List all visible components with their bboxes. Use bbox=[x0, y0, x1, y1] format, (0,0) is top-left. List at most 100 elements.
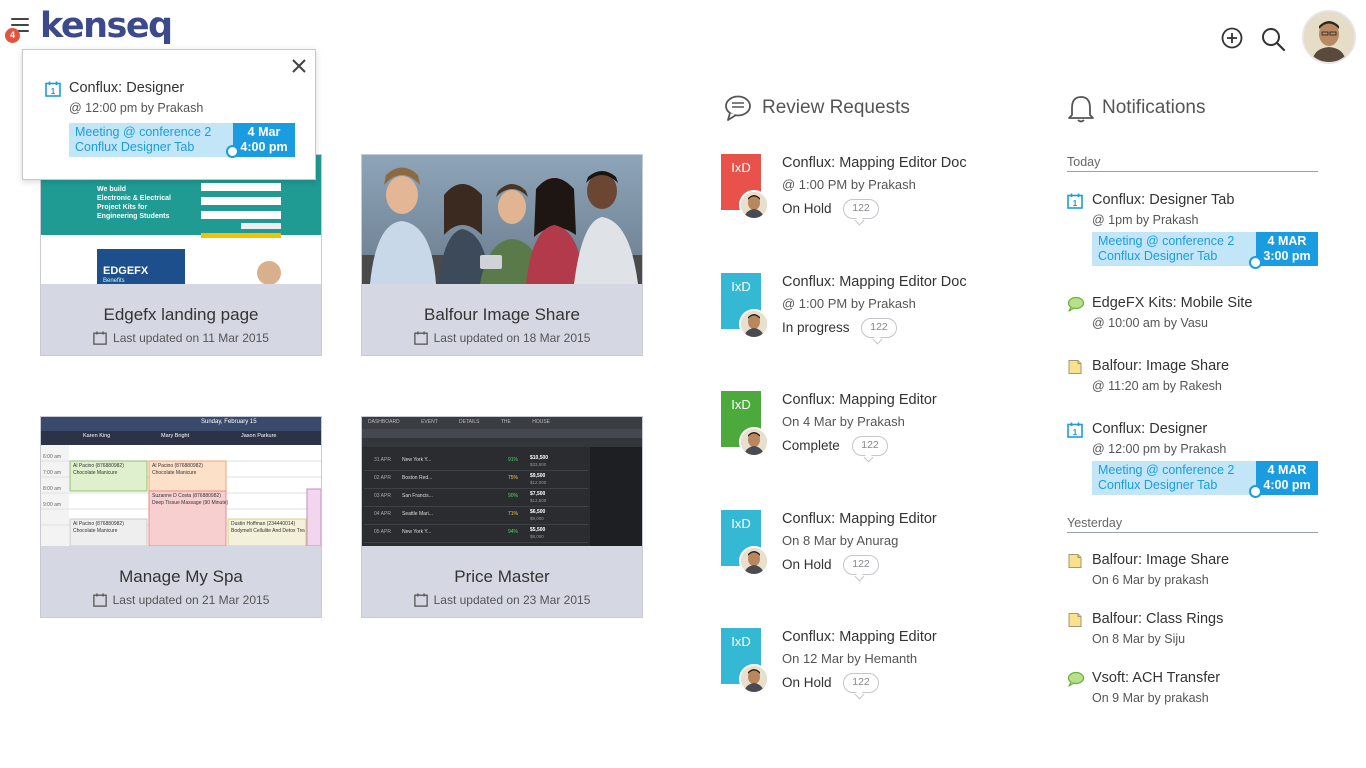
thumb-text: Electronic & Electrical bbox=[97, 195, 171, 202]
notification-meeting[interactable]: Meeting @ conference 2 Conflux Designer T… bbox=[1092, 461, 1256, 495]
thumb-text: Engineering Students bbox=[97, 213, 170, 220]
popup-time: 4:00 pm bbox=[240, 140, 288, 154]
project-card-spa[interactable]: Sunday, February 15 Karen King Mary Brig… bbox=[40, 416, 322, 618]
notification-title[interactable]: EdgeFX Kits: Mobile Site bbox=[1092, 295, 1252, 311]
popup-subtitle: @ 12:00 pm by Prakash bbox=[69, 101, 204, 115]
thumb-row-event: Boston Red... bbox=[402, 475, 433, 481]
meeting-line1: Meeting @ conference 2 bbox=[1098, 463, 1235, 477]
project-thumbnail: DASHBOARD EVENT DETAILS THE HOUSE 31 APR… bbox=[362, 417, 642, 546]
close-icon[interactable] bbox=[291, 58, 307, 74]
project-updated: Last updated on 11 Mar 2015 bbox=[41, 331, 321, 345]
logo[interactable]: kenseq bbox=[40, 6, 173, 46]
svg-text:1: 1 bbox=[51, 87, 56, 96]
notification-subtitle: On 6 Mar by prakash bbox=[1092, 573, 1209, 587]
notification-title[interactable]: Conflux: Designer bbox=[1092, 421, 1207, 437]
review-title[interactable]: Conflux: Mapping Editor bbox=[782, 392, 937, 408]
comment-count-bubble[interactable]: 122 bbox=[843, 554, 879, 575]
comment-count-bubble[interactable]: 122 bbox=[861, 317, 897, 338]
review-subtitle: On 12 Mar by Hemanth bbox=[782, 651, 918, 666]
thumb-row-price: $9,500 bbox=[530, 473, 546, 479]
thumb-row-date: 02 APR bbox=[374, 475, 391, 481]
review-title[interactable]: Conflux: Mapping Editor Doc bbox=[782, 155, 967, 171]
today-label: Today bbox=[1067, 155, 1101, 169]
project-name: Price Master bbox=[454, 567, 550, 586]
comment-icon bbox=[1067, 671, 1085, 692]
notification-subtitle: @ 12:00 pm by Prakash bbox=[1092, 442, 1227, 456]
divider bbox=[1067, 171, 1318, 172]
thumb-row-sub: $9,000 bbox=[530, 516, 544, 521]
review-status: On Hold bbox=[782, 556, 832, 572]
thumb-price-row: 04 APR Seattle Mari... 71% $6,500 $9,000 bbox=[364, 507, 588, 525]
thumb-row-date: 03 APR bbox=[374, 493, 391, 499]
thumb-row-sub: $8,000 bbox=[530, 534, 544, 539]
thumb-price-row: 31 APR New York Y... 91% $10,500 $33,500 bbox=[364, 453, 588, 471]
thumb-row-pct: 91% bbox=[508, 457, 519, 463]
thumb-text: We build bbox=[97, 186, 127, 193]
thumb-row-sub: $12,000 bbox=[530, 480, 547, 485]
project-card-price-master[interactable]: DASHBOARD EVENT DETAILS THE HOUSE 31 APR… bbox=[361, 416, 643, 618]
popup-meeting-line2: Conflux Designer Tab bbox=[75, 140, 195, 154]
notification-title[interactable]: Balfour: Image Share bbox=[1092, 552, 1229, 568]
comment-count-bubble[interactable]: 122 bbox=[843, 673, 879, 693]
bell-icon bbox=[1068, 96, 1094, 123]
notification-meeting[interactable]: Meeting @ conference 2 Conflux Designer T… bbox=[1092, 232, 1256, 266]
notification-date: 4 MAR bbox=[1267, 234, 1307, 248]
calendar-icon: 1 bbox=[1067, 422, 1083, 443]
notification-time: 3:00 pm bbox=[1263, 249, 1311, 263]
thumb-row-pct: 71% bbox=[508, 511, 519, 517]
thumb-row-price: $6,500 bbox=[530, 509, 546, 515]
calendar-icon bbox=[93, 331, 107, 345]
thumb-appt: Suzanne D Costa (876880982) bbox=[152, 493, 221, 499]
review-title[interactable]: Conflux: Mapping Editor Doc bbox=[782, 274, 967, 290]
notification-title[interactable]: Balfour: Class Rings bbox=[1092, 611, 1223, 627]
document-icon bbox=[1067, 359, 1083, 380]
thumb-appt: Chocolate Manicure bbox=[152, 470, 197, 476]
notification-date: 4 MAR bbox=[1267, 463, 1307, 477]
project-name: Balfour Image Share bbox=[424, 305, 580, 324]
review-subtitle: On 4 Mar by Prakash bbox=[782, 414, 905, 429]
thumb-tab: THE HOUSE bbox=[500, 419, 550, 425]
user-avatar[interactable] bbox=[1302, 10, 1356, 64]
notification-subtitle: On 9 Mar by prakash bbox=[1092, 691, 1209, 705]
meeting-line2: Conflux Designer Tab bbox=[1098, 478, 1218, 492]
thumb-appt: Al Pacino (876880982) bbox=[73, 463, 124, 469]
project-updated-text: Last updated on 11 Mar 2015 bbox=[113, 331, 269, 345]
popup-meeting[interactable]: Meeting @ conference 2 Conflux Designer … bbox=[69, 123, 233, 157]
calendar-icon bbox=[92, 593, 107, 607]
project-updated: Last updated on 23 Mar 2015 bbox=[362, 593, 642, 607]
comment-count-bubble[interactable]: 122 bbox=[852, 436, 888, 456]
notification-title[interactable]: Conflux: Designer Tab bbox=[1092, 192, 1234, 208]
review-subtitle: @ 1:00 PM by Prakash bbox=[782, 295, 916, 311]
project-thumbnail: Sunday, February 15 Karen King Mary Brig… bbox=[41, 417, 321, 546]
reviewer-avatar bbox=[739, 545, 769, 576]
review-status: On Hold bbox=[782, 201, 832, 216]
add-icon[interactable] bbox=[1220, 26, 1244, 50]
thumb-row-date: 31 APR bbox=[374, 457, 391, 463]
project-card-edgefx[interactable]: We build Electronic & Electrical Project… bbox=[40, 154, 322, 356]
svg-text:1: 1 bbox=[1073, 428, 1078, 437]
project-card-balfour[interactable]: Balfour Image Share Last updated on 18 M… bbox=[361, 154, 643, 356]
review-subtitle: @ 1:00 PM by Prakash bbox=[782, 177, 916, 192]
notification-subtitle: @ 1pm by Prakash bbox=[1092, 213, 1199, 227]
thumb-appt: Al Pacino (876880982) bbox=[152, 463, 203, 469]
thumb-time: 8:00 am bbox=[43, 486, 62, 492]
popup-date: 4 Mar bbox=[247, 125, 281, 139]
clock-icon bbox=[226, 145, 239, 158]
notification-title[interactable]: Balfour: Image Share bbox=[1092, 358, 1229, 374]
review-title[interactable]: Conflux: Mapping Editor bbox=[782, 629, 937, 645]
calendar-icon bbox=[413, 331, 428, 345]
popup-meeting-line1: Meeting @ conference 2 bbox=[75, 125, 212, 139]
reviewer-avatar bbox=[739, 427, 769, 457]
thumb-appt: Deep Tissue Massage (90 Minute) bbox=[152, 500, 229, 506]
review-title[interactable]: Conflux: Mapping Editor bbox=[782, 511, 937, 527]
comment-count-bubble[interactable]: 122 bbox=[843, 199, 879, 219]
search-icon[interactable] bbox=[1260, 26, 1286, 52]
notification-title[interactable]: Vsoft: ACH Transfer bbox=[1092, 670, 1220, 686]
thumb-staff: Jason Parkure bbox=[241, 433, 277, 439]
thumb-tab: DASHBOARD bbox=[368, 419, 400, 425]
thumb-row-pct: 75% bbox=[508, 475, 519, 481]
thumb-appt: Al Pacino (876880982) bbox=[73, 521, 124, 527]
thumb-time: 7:00 am bbox=[43, 470, 62, 476]
comment-icon bbox=[1067, 296, 1085, 317]
notification-subtitle: @ 11:20 am by Rakesh bbox=[1092, 379, 1222, 393]
